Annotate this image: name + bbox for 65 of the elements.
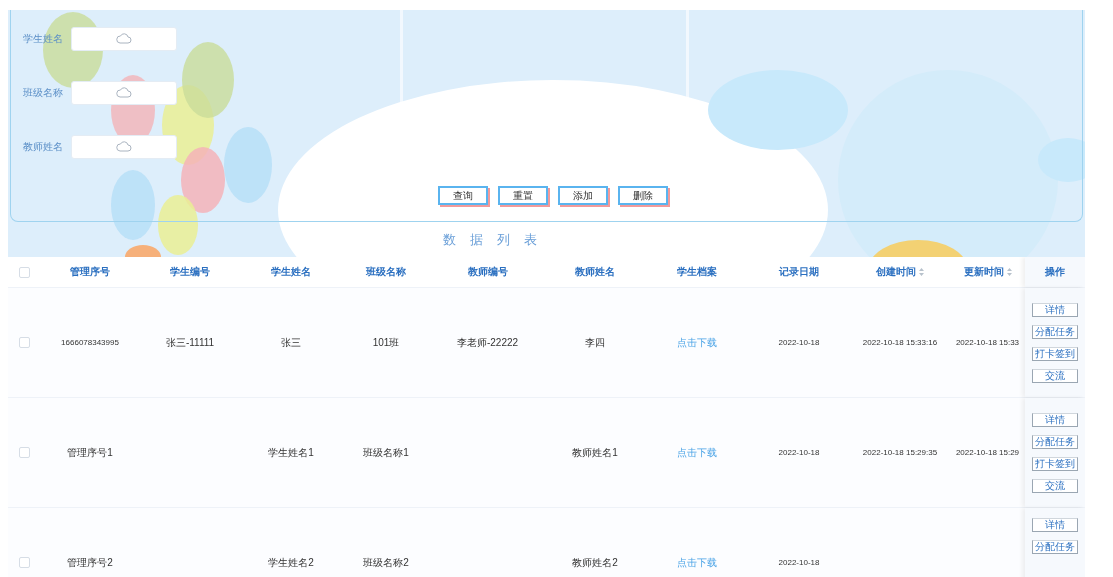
action-button[interactable]: 添加	[557, 186, 608, 205]
column-header: 学生编号	[170, 265, 210, 279]
column-header: 班级名称	[366, 265, 406, 279]
table-cell: 1666078343995	[61, 338, 119, 347]
field-label: 教师姓名	[23, 140, 64, 154]
table-cell: 2022-10-18 15:33:16	[862, 338, 938, 347]
table-cell: 2022-10-18	[778, 448, 820, 457]
table-cell: 班级名称1	[363, 445, 409, 460]
column-header: 教师编号	[467, 265, 508, 279]
table-cell: 管理序号1	[67, 445, 113, 460]
action-button[interactable]: 查询	[437, 186, 488, 205]
row-action-button[interactable]: 分配任务	[1032, 324, 1078, 339]
table-cell: 2022-10-18	[778, 338, 820, 347]
table-cell: 学生姓名1	[268, 445, 314, 460]
row-action-button[interactable]: 交流	[1032, 478, 1078, 493]
table-cell: 2022-10-18 15:29:35	[862, 448, 938, 457]
table-cell: 2022-10-18 15:33	[955, 338, 1020, 347]
table-cell: 班级名称2	[363, 555, 409, 570]
row-action-button[interactable]: 打卡签到	[1032, 346, 1078, 361]
section-title: 数据列表	[442, 230, 551, 249]
table-cell: 张三-11111	[165, 335, 215, 350]
row-action-button[interactable]: 详情	[1032, 302, 1078, 317]
row-action-button[interactable]: 打卡签到	[1032, 456, 1078, 471]
column-header: 操作	[1045, 265, 1065, 279]
select-all-checkbox[interactable]	[18, 266, 30, 278]
table-cell: 2022-10-18 15:29	[955, 448, 1020, 457]
input-field[interactable]	[71, 27, 177, 51]
column-header: 教师姓名	[575, 265, 615, 279]
action-button[interactable]: 删除	[617, 186, 668, 205]
sort-icon[interactable]	[1006, 268, 1012, 276]
row-action-button[interactable]: 分配任务	[1032, 540, 1078, 554]
table-cell: 管理序号2	[67, 555, 113, 570]
row-checkbox[interactable]	[18, 337, 30, 348]
sort-icon[interactable]	[919, 268, 924, 276]
row-checkbox[interactable]	[18, 447, 30, 458]
row-checkbox[interactable]	[18, 557, 30, 568]
column-header: 管理序号	[70, 265, 110, 279]
cloud-icon	[116, 87, 132, 99]
table-cell: 教师姓名1	[572, 445, 618, 460]
input-field[interactable]	[71, 135, 177, 159]
input-field[interactable]	[71, 81, 177, 105]
field-label: 班级名称	[23, 86, 64, 100]
table-cell: 学生姓名2	[268, 555, 314, 570]
table-cell: 张三	[281, 335, 301, 350]
column-header: 更新时间	[963, 265, 1004, 279]
row-action-button[interactable]: 详情	[1032, 412, 1078, 427]
row-action-button[interactable]: 详情	[1032, 518, 1078, 532]
field-label: 学生姓名	[23, 32, 64, 46]
table-cell: 2022-10-18	[778, 558, 820, 567]
row-action-button[interactable]: 分配任务	[1032, 434, 1078, 449]
download-link[interactable]: 点击下载	[676, 445, 717, 460]
column-header: 学生档案	[676, 265, 717, 279]
download-link[interactable]: 点击下载	[676, 335, 717, 350]
table-cell: 李老师-22222	[456, 335, 519, 350]
cloud-icon	[116, 141, 132, 153]
column-header: 记录日期	[779, 265, 819, 279]
column-header: 创建时间	[876, 265, 916, 279]
column-header: 学生姓名	[271, 265, 311, 279]
cloud-icon	[116, 33, 132, 45]
table-cell: 教师姓名2	[572, 555, 618, 570]
table-cell: 101班	[372, 335, 400, 350]
table-cell: 李四	[585, 335, 605, 350]
action-button[interactable]: 重置	[497, 186, 548, 205]
download-link[interactable]: 点击下载	[676, 555, 717, 570]
row-action-button[interactable]: 交流	[1032, 368, 1078, 383]
